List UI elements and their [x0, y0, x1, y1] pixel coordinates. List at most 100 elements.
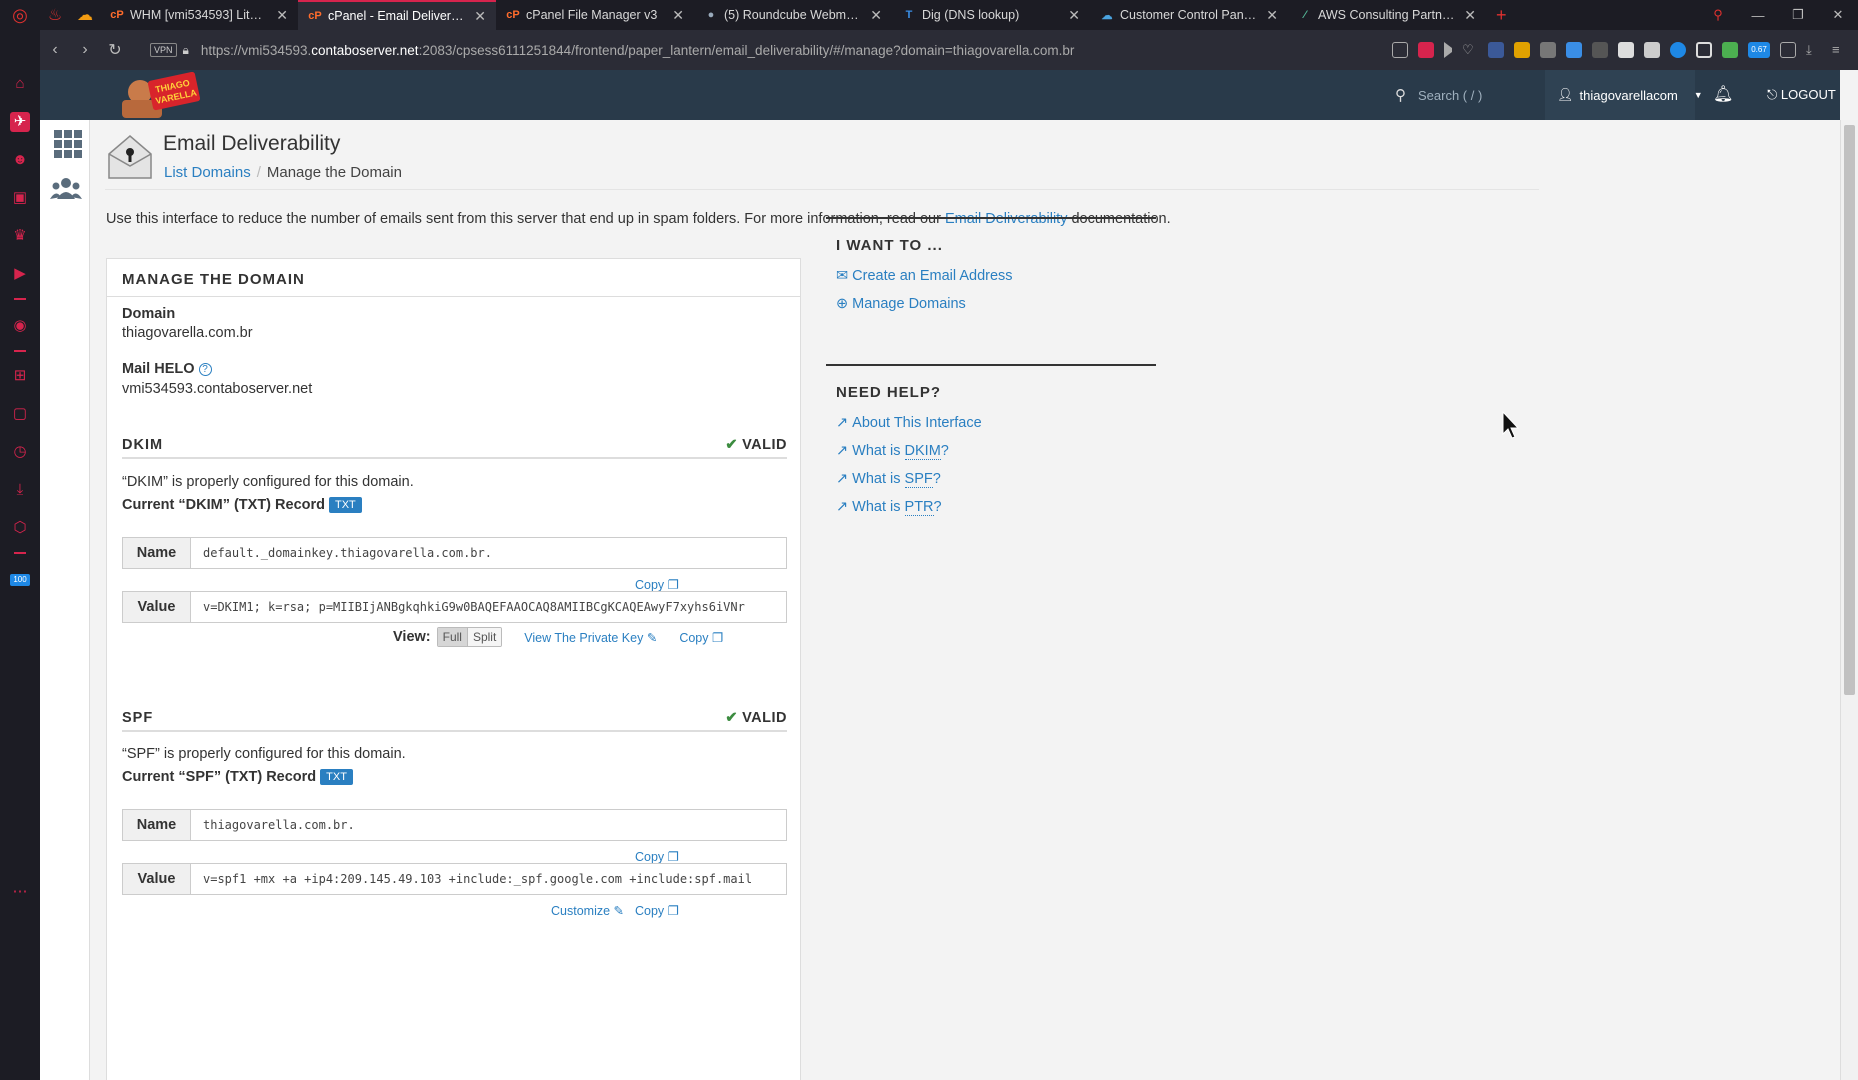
users-icon[interactable]	[50, 175, 82, 207]
copy-dkim-value-button[interactable]: Copy ❐	[679, 630, 723, 645]
home-grid-icon[interactable]	[54, 130, 82, 158]
cube-icon[interactable]: ⬡	[10, 518, 30, 538]
ext-icon[interactable]	[1618, 42, 1634, 58]
manage-domains-link[interactable]: ⊕ Manage Domains	[836, 296, 966, 312]
reload-icon[interactable]: ↻	[100, 40, 130, 60]
vpn-badge[interactable]: VPN	[150, 43, 177, 57]
tab-email-deliverability[interactable]: cP cPanel - Email Deliverability ✕	[298, 0, 496, 30]
tab-file-manager[interactable]: cP cPanel File Manager v3 ✕	[496, 0, 694, 30]
menu-icon[interactable]: ≡	[1832, 42, 1848, 58]
copy-dkim-name-button[interactable]: Copy ❐	[635, 577, 679, 592]
bell-icon[interactable]: 🔔︎	[1713, 84, 1733, 104]
close-icon[interactable]: ✕	[672, 7, 684, 24]
forward-icon[interactable]: ›	[70, 41, 100, 59]
mail-helo-text: Mail HELO	[122, 361, 195, 377]
ext-icon[interactable]	[1514, 42, 1530, 58]
back-icon[interactable]: ‹	[40, 41, 70, 59]
heart-icon[interactable]: ♡	[1462, 42, 1478, 58]
crown-icon[interactable]: ♛	[10, 226, 30, 246]
user-menu[interactable]: 👤︎ thiagovarellacom ▼	[1545, 70, 1703, 120]
what-is-ptr-link[interactable]: ↗ What is PTR?	[836, 499, 942, 516]
tab-customer-control-panel[interactable]: ☁ Customer Control Panel - C ✕	[1090, 0, 1288, 30]
copy-spf-value-button[interactable]: Copy ❐	[635, 903, 679, 918]
username: thiagovarellacom	[1579, 87, 1678, 103]
create-email-link[interactable]: ✉ Create an Email Address	[836, 268, 1013, 284]
ext-icon[interactable]	[1540, 42, 1556, 58]
close-icon[interactable]: ✕	[1464, 7, 1476, 24]
cube-icon[interactable]	[1780, 42, 1796, 58]
page-scrollbar[interactable]	[1840, 120, 1858, 1080]
more-icon[interactable]: ⋯	[10, 882, 30, 902]
search-bar[interactable]: ⚲ Search ( / )	[1395, 86, 1482, 104]
close-icon[interactable]: ✕	[276, 7, 288, 24]
url-field[interactable]: https://vmi534593.contaboserver.net:2083…	[201, 43, 1074, 58]
ext-icon[interactable]	[1592, 42, 1608, 58]
apps-icon[interactable]: ⊞	[10, 366, 30, 386]
flame-icon[interactable]: ♨	[40, 5, 70, 25]
home-icon[interactable]: ⌂	[10, 74, 30, 94]
help-icon[interactable]: ?	[198, 363, 212, 376]
ext-icon[interactable]	[1722, 42, 1738, 58]
download-icon[interactable]: ⤓	[1806, 42, 1822, 58]
close-window-icon[interactable]: ✕	[1818, 7, 1858, 23]
skull-icon[interactable]: ☻	[10, 150, 30, 170]
camera-icon[interactable]	[1392, 42, 1408, 58]
minimize-icon[interactable]: —	[1738, 8, 1778, 23]
snapshot-icon[interactable]	[1696, 42, 1712, 58]
logout-button[interactable]: ⎋ LOGOUT	[1767, 87, 1836, 103]
what-is-spf-link[interactable]: ↗ What is SPF?	[836, 471, 941, 488]
search-tabs-icon[interactable]: ⚲	[1698, 7, 1738, 23]
brand-logo[interactable]: THIAGO VARELLA	[108, 72, 200, 120]
view-split-button[interactable]: Split	[467, 628, 502, 646]
tab-title: WHM [vmi534593] LiteSpe	[130, 8, 269, 22]
cloud-icon[interactable]: ☁	[70, 5, 100, 25]
caret-down-icon: ▼	[1693, 90, 1703, 100]
close-icon[interactable]: ✕	[474, 8, 486, 25]
copy-label: Copy	[679, 630, 709, 645]
speed-badge[interactable]: 0.67	[1748, 42, 1770, 58]
close-icon[interactable]: ✕	[1266, 7, 1278, 24]
about-interface-link[interactable]: ↗ About This Interface	[836, 415, 982, 431]
divider	[105, 189, 1539, 190]
what-is-dkim-link[interactable]: ↗ What is DKIM?	[836, 443, 949, 460]
breadcrumb-list-domains[interactable]: List Domains	[164, 164, 251, 181]
player-icon[interactable]: ◉	[10, 316, 30, 336]
ext-icon[interactable]	[1670, 42, 1686, 58]
tab-whm[interactable]: cP WHM [vmi534593] LiteSpe ✕	[100, 0, 298, 30]
dkim-value-value[interactable]: v=DKIM1; k=rsa; p=MIIBIjANBgkqhkiG9w0BAQ…	[191, 592, 786, 622]
flight-icon[interactable]: ✈	[10, 112, 30, 132]
shield-icon[interactable]	[1418, 42, 1434, 58]
close-icon[interactable]: ✕	[1068, 7, 1080, 24]
scrollbar-thumb[interactable]	[1844, 125, 1855, 695]
search-input[interactable]: Search ( / )	[1418, 88, 1482, 103]
view-full-button[interactable]: Full	[437, 628, 468, 646]
mail-helo-label: Mail HELO?	[122, 361, 212, 377]
dkim-name-value[interactable]: default._domainkey.thiagovarella.com.br.	[191, 538, 786, 568]
download-icon[interactable]: ⤓	[10, 480, 30, 500]
new-tab-button[interactable]: +	[1496, 5, 1507, 26]
save-icon[interactable]	[1566, 42, 1582, 58]
opera-menu-icon[interactable]: ◎	[0, 0, 40, 30]
restore-icon[interactable]: ❐	[1778, 7, 1818, 23]
copy-spf-name-button[interactable]: Copy ❐	[635, 849, 679, 864]
briefcase-icon[interactable]: ▣	[10, 188, 30, 208]
send-icon[interactable]	[1444, 42, 1452, 58]
close-icon[interactable]: ✕	[870, 7, 882, 24]
play-icon[interactable]: ▶	[10, 264, 30, 284]
tab-roundcube[interactable]: ● (5) Roundcube Webmail :: I ✕	[694, 0, 892, 30]
field-label: Value	[123, 592, 191, 622]
view-private-key-link[interactable]: View The Private Key ✎	[524, 630, 657, 645]
tab-dig[interactable]: T Dig (DNS lookup) ✕	[892, 0, 1090, 30]
spf-name-value[interactable]: thiagovarella.com.br.	[191, 810, 786, 840]
lock-icon[interactable]: 🔒︎	[183, 43, 189, 58]
skype-icon[interactable]	[1644, 42, 1660, 58]
question-mark: ?	[940, 443, 949, 459]
tab-aws[interactable]: ⁄ AWS Consulting Partner, de ✕	[1288, 0, 1486, 30]
ext-icon[interactable]	[1488, 42, 1504, 58]
manage-domains-label: Manage Domains	[852, 296, 966, 312]
customize-spf-button[interactable]: Customize ✎	[551, 903, 624, 918]
chat-icon[interactable]: ▢	[10, 404, 30, 424]
spf-value-value[interactable]: v=spf1 +mx +a +ip4:209.145.49.103 +inclu…	[191, 864, 786, 894]
counter-badge[interactable]: 100	[10, 574, 30, 586]
clock-icon[interactable]: ◷	[10, 442, 30, 462]
